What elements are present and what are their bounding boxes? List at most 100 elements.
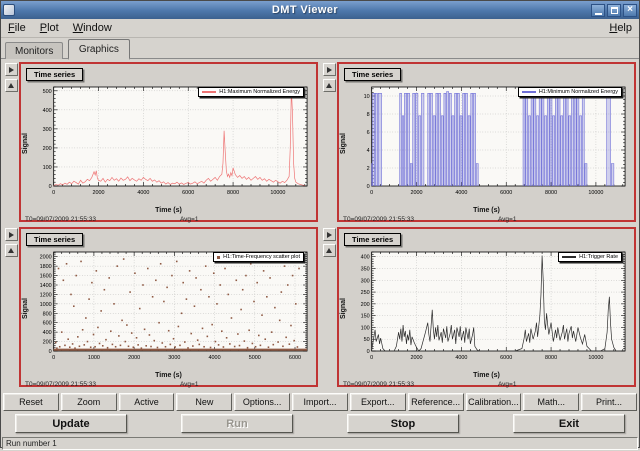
t0-label: T0=09/07/2009 21:55:33 bbox=[25, 381, 180, 388]
svg-text:50: 50 bbox=[364, 337, 370, 343]
timeseries-tab[interactable]: Time series bbox=[344, 233, 401, 246]
legend-label: H1:Minimum Normalized Energy bbox=[539, 89, 618, 95]
update-button[interactable]: Update bbox=[15, 414, 127, 433]
legend-label: H1:Maximum Normalized Energy bbox=[219, 89, 300, 95]
legend: H1:Time-Frequency scatter plot bbox=[213, 252, 304, 262]
print-button[interactable]: Print... bbox=[581, 393, 637, 411]
plot-frame: Time series 0200040006000800010000010020… bbox=[19, 62, 318, 222]
plot-panel-3: Time series 0200040006000800010000050100… bbox=[321, 226, 639, 391]
t0-label: T0=09/07/2009 21:55:33 bbox=[343, 216, 498, 223]
svg-text:150: 150 bbox=[361, 314, 370, 320]
x-axis-label: Time (s) bbox=[24, 372, 313, 379]
reference-button[interactable]: Reference... bbox=[408, 393, 464, 411]
panel-raise-button[interactable] bbox=[323, 244, 336, 257]
close-button[interactable]: × bbox=[623, 4, 637, 17]
svg-text:400: 400 bbox=[361, 255, 370, 261]
avg-label: Avg=1 bbox=[180, 381, 199, 388]
svg-text:1600: 1600 bbox=[40, 274, 52, 280]
options-button[interactable]: Options... bbox=[234, 393, 290, 411]
tab-graphics[interactable]: Graphics bbox=[68, 39, 130, 60]
active-button[interactable]: Active bbox=[119, 393, 175, 411]
legend: H1:Trigger Rate bbox=[558, 252, 622, 262]
svg-text:100: 100 bbox=[361, 325, 370, 331]
panel-raise-button[interactable] bbox=[323, 79, 336, 92]
menu-item-file[interactable]: File bbox=[1, 20, 33, 36]
svg-text:800: 800 bbox=[43, 311, 52, 317]
svg-text:400: 400 bbox=[43, 330, 52, 336]
svg-text:250: 250 bbox=[361, 290, 370, 296]
svg-text:6000: 6000 bbox=[500, 355, 512, 361]
svg-text:2: 2 bbox=[367, 166, 370, 172]
zoom-button[interactable]: Zoom bbox=[61, 393, 117, 411]
status-bar: Run number 1 bbox=[1, 436, 639, 451]
minimize-icon bbox=[595, 13, 602, 15]
svg-text:1000: 1000 bbox=[88, 355, 100, 361]
plot-grid: Time series 0200040006000800010000010020… bbox=[1, 59, 639, 391]
svg-text:200: 200 bbox=[361, 302, 370, 308]
legend: H1:Minimum Normalized Energy bbox=[518, 87, 622, 97]
svg-text:1400: 1400 bbox=[40, 283, 52, 289]
plot-frame: Time series 0200040006000800010000050100… bbox=[337, 227, 636, 387]
new-button[interactable]: New bbox=[176, 393, 232, 411]
menu-item-plot[interactable]: Plot bbox=[33, 20, 66, 36]
app-icon bbox=[3, 4, 15, 16]
svg-text:6000: 6000 bbox=[500, 190, 512, 196]
chart-canvas[interactable]: 02000400060008000100000100200300400500 bbox=[24, 82, 313, 214]
import-button[interactable]: Import... bbox=[292, 393, 348, 411]
svg-text:0: 0 bbox=[367, 349, 370, 355]
svg-text:200: 200 bbox=[43, 340, 52, 346]
timeseries-tab[interactable]: Time series bbox=[26, 68, 83, 81]
svg-text:10: 10 bbox=[364, 94, 370, 100]
timeseries-tab[interactable]: Time series bbox=[26, 233, 83, 246]
svg-text:4000: 4000 bbox=[137, 190, 149, 196]
svg-text:3000: 3000 bbox=[168, 355, 180, 361]
reset-button[interactable]: Reset bbox=[3, 393, 59, 411]
calibration-button[interactable]: Calibration... bbox=[466, 393, 522, 411]
math-button[interactable]: Math... bbox=[523, 393, 579, 411]
timeseries-tab[interactable]: Time series bbox=[344, 68, 401, 81]
exit-button[interactable]: Exit bbox=[513, 414, 625, 433]
stop-button[interactable]: Stop bbox=[347, 414, 459, 433]
panel-raise-button[interactable] bbox=[5, 244, 18, 257]
minimize-button[interactable] bbox=[591, 4, 605, 17]
panel-expand-button[interactable] bbox=[5, 228, 18, 241]
panel-expand-button[interactable] bbox=[323, 63, 336, 76]
svg-text:1200: 1200 bbox=[40, 292, 52, 298]
up-arrow-icon bbox=[8, 83, 14, 88]
maximize-button[interactable] bbox=[607, 4, 621, 17]
plot-panel-0: Time series 0200040006000800010000010020… bbox=[3, 61, 321, 226]
window-title: DMT Viewer bbox=[19, 4, 591, 16]
chart-canvas[interactable]: 02000400060008000100000246810 bbox=[342, 82, 631, 214]
plot-frame: Time series 0200040006000800010000024681… bbox=[337, 62, 636, 222]
legend: H1:Maximum Normalized Energy bbox=[198, 87, 304, 97]
svg-text:4000: 4000 bbox=[455, 190, 467, 196]
svg-text:6: 6 bbox=[367, 130, 370, 136]
run-button[interactable]: Run bbox=[181, 414, 293, 433]
right-arrow-icon bbox=[327, 232, 332, 238]
chart-canvas[interactable]: 0200040006000800010000050100150200250300… bbox=[342, 247, 631, 379]
avg-label: Avg=1 bbox=[180, 216, 199, 223]
panel-expand-button[interactable] bbox=[323, 228, 336, 241]
panel-raise-button[interactable] bbox=[5, 79, 18, 92]
plot-frame: Time series 0100020003000400050006000020… bbox=[19, 227, 318, 387]
menu-item-help[interactable]: Help bbox=[602, 20, 639, 36]
svg-text:0: 0 bbox=[49, 349, 52, 355]
tab-monitors[interactable]: Monitors bbox=[5, 42, 63, 59]
svg-text:400: 400 bbox=[43, 108, 52, 114]
svg-text:350: 350 bbox=[361, 266, 370, 272]
menu-item-window[interactable]: Window bbox=[66, 20, 119, 36]
right-arrow-icon bbox=[9, 67, 14, 73]
svg-text:6000: 6000 bbox=[182, 190, 194, 196]
t0-label: T0=09/07/2009 21:55:33 bbox=[25, 216, 180, 223]
svg-text:4000: 4000 bbox=[209, 355, 221, 361]
svg-text:5000: 5000 bbox=[249, 355, 261, 361]
legend-sample bbox=[522, 91, 536, 93]
y-axis-label: Signal bbox=[340, 133, 347, 154]
chart-canvas[interactable]: 0100020003000400050006000020040060080010… bbox=[24, 247, 313, 379]
export-button[interactable]: Export... bbox=[350, 393, 406, 411]
legend-sample bbox=[202, 91, 216, 93]
y-axis-label: Signal bbox=[22, 298, 29, 319]
svg-text:8000: 8000 bbox=[545, 190, 557, 196]
panel-expand-button[interactable] bbox=[5, 63, 18, 76]
x-axis-label: Time (s) bbox=[342, 372, 631, 379]
